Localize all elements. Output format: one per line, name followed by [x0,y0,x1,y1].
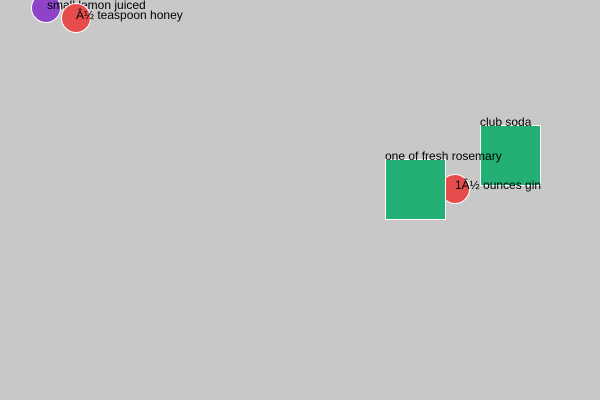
canvas: small lemon juiced Â½ teaspoon honey clu… [0,0,600,400]
token-label: one of fresh rosemary [385,149,502,163]
token-label: Â½ teaspoon honey [76,8,183,22]
green-square-token[interactable] [385,159,446,220]
token-label: 1Â½ ounces gin [455,178,542,192]
token-label: club soda [480,115,532,129]
